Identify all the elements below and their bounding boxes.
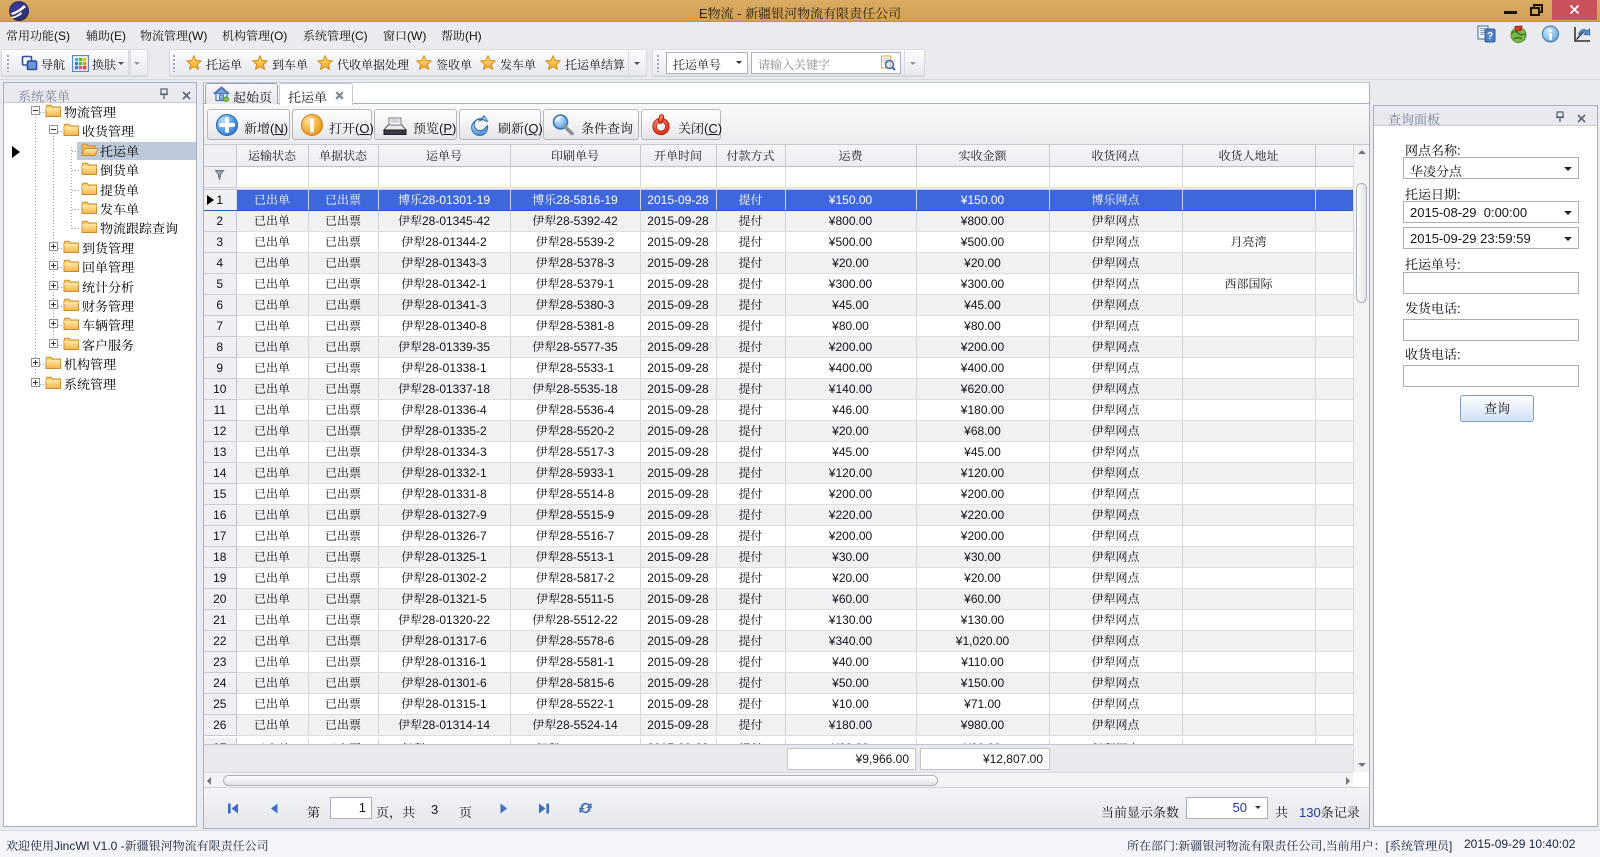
- svg-text:?: ?: [1487, 31, 1493, 42]
